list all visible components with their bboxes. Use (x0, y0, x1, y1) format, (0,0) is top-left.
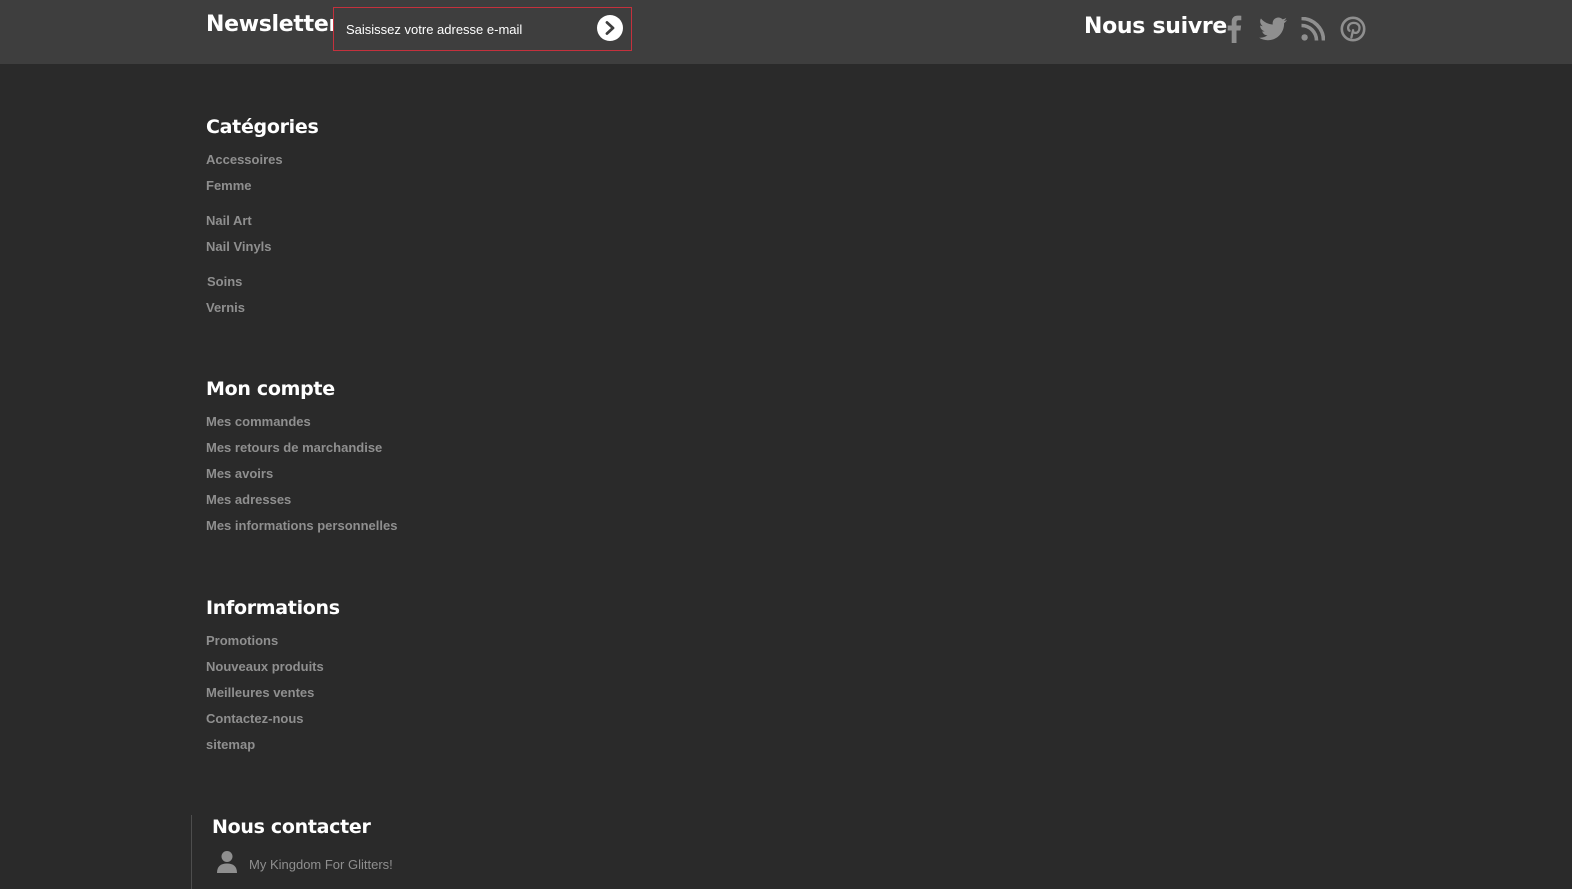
account-link-personal-info[interactable]: Mes informations personnelles (206, 518, 397, 533)
info-link-contact[interactable]: Contactez-nous (206, 711, 304, 726)
account-title: Mon compte (206, 378, 335, 400)
information-block: Informations Promotions Nouveaux produit… (206, 597, 340, 752)
contact-title: Nous contacter (212, 816, 371, 838)
follow-title: Nous suivre (1084, 14, 1228, 39)
information-title: Informations (206, 597, 340, 619)
info-link-best-sales[interactable]: Meilleures ventes (206, 685, 314, 700)
category-link-femme[interactable]: Femme (206, 178, 252, 193)
newsletter-title: Newsletter (206, 12, 340, 37)
info-link-sitemap[interactable]: sitemap (206, 737, 255, 752)
account-link-addresses[interactable]: Mes adresses (206, 492, 291, 507)
info-link-new-products[interactable]: Nouveaux produits (206, 659, 324, 674)
category-link-nail-vinyls[interactable]: Nail Vinyls (206, 239, 272, 254)
category-link-accessoires[interactable]: Accessoires (206, 152, 283, 167)
facebook-icon[interactable] (1219, 14, 1249, 44)
category-link-soins[interactable]: Soins (207, 274, 242, 289)
newsletter-form (333, 7, 632, 51)
account-link-orders[interactable]: Mes commandes (206, 414, 311, 429)
categories-title: Catégories (206, 116, 319, 138)
rss-icon[interactable] (1298, 14, 1328, 44)
account-link-returns[interactable]: Mes retours de marchandise (206, 440, 382, 455)
info-link-promotions[interactable]: Promotions (206, 633, 278, 648)
account-link-credit-slips[interactable]: Mes avoirs (206, 466, 273, 481)
newsletter-bar: Newsletter Nous suivre (0, 0, 1572, 64)
account-block: Mon compte Mes commandes Mes retours de … (206, 378, 397, 533)
newsletter-submit-button[interactable] (597, 15, 623, 41)
category-link-vernis[interactable]: Vernis (206, 300, 245, 315)
user-icon (217, 851, 237, 873)
category-link-nail-art[interactable]: Nail Art (206, 213, 252, 228)
newsletter-email-input[interactable] (346, 8, 586, 50)
twitter-icon[interactable] (1258, 14, 1288, 44)
contact-block: Nous contacter My Kingdom For Glitters! (191, 815, 591, 889)
categories-block: Catégories Accessoires Femme Nail Art Na… (206, 116, 319, 315)
company-name: My Kingdom For Glitters! (249, 857, 393, 872)
chevron-right-icon (605, 21, 615, 35)
pinterest-icon[interactable] (1338, 14, 1368, 44)
